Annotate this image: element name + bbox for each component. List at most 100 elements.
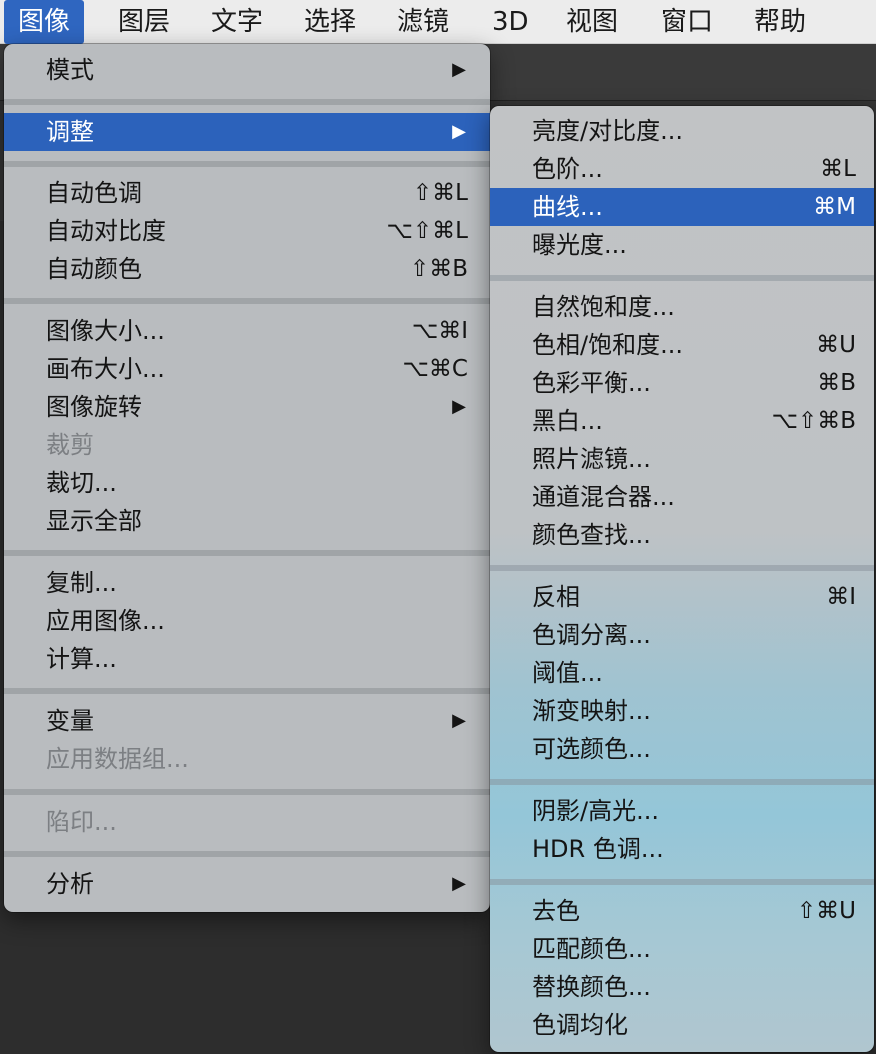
menubar-window[interactable]: 窗口 xyxy=(647,0,727,44)
menu-item-label: 色调分离... xyxy=(532,621,651,649)
menu-item-label: 阈值... xyxy=(532,659,603,687)
submenu-item-match-color[interactable]: 匹配颜色... xyxy=(490,930,874,968)
submenu-item-black-white[interactable]: 黑白... ⌥⇧⌘B xyxy=(490,402,874,440)
menu-item-label: 自然饱和度... xyxy=(532,293,675,321)
menu-item-label: 计算... xyxy=(46,645,117,673)
submenu-item-replace-color[interactable]: 替换颜色... xyxy=(490,968,874,1006)
menu-item-adjust[interactable]: 调整 ▶ xyxy=(4,113,490,151)
menu-item-shortcut: ⌥⇧⌘L xyxy=(386,218,468,244)
menu-item-label: 变量 xyxy=(46,707,94,735)
menu-item-label: 裁切... xyxy=(46,469,117,497)
menu-item-label: 显示全部 xyxy=(46,507,142,535)
menu-separator xyxy=(4,161,490,167)
menubar-3d[interactable]: 3D xyxy=(478,0,543,44)
submenu-item-hdr-toning[interactable]: HDR 色调... xyxy=(490,830,874,868)
submenu-item-gradient-map[interactable]: 渐变映射... xyxy=(490,692,874,730)
submenu-arrow-icon: ▶ xyxy=(452,710,466,731)
menu-item-label: HDR 色调... xyxy=(532,835,664,863)
menu-item-label: 陷印... xyxy=(46,808,117,836)
menu-item-auto-color[interactable]: 自动颜色 ⇧⌘B xyxy=(4,250,490,288)
menu-item-auto-tone[interactable]: 自动色调 ⇧⌘L xyxy=(4,174,490,212)
submenu-item-equalize[interactable]: 色调均化 xyxy=(490,1006,874,1044)
submenu-item-invert[interactable]: 反相 ⌘I xyxy=(490,578,874,616)
menu-item-shortcut: ⌥⇧⌘B xyxy=(771,408,856,434)
submenu-item-channel-mixer[interactable]: 通道混合器... xyxy=(490,478,874,516)
menu-item-shortcut: ⌘M xyxy=(813,194,856,220)
menu-item-analysis[interactable]: 分析 ▶ xyxy=(4,865,490,903)
menu-item-label: 色彩平衡... xyxy=(532,369,651,397)
menubar-select[interactable]: 选择 xyxy=(290,0,370,44)
menu-item-trap: 陷印... xyxy=(4,803,490,841)
submenu-item-brightness-contrast[interactable]: 亮度/对比度... xyxy=(490,112,874,150)
menubar-type[interactable]: 文字 xyxy=(197,0,277,44)
menu-item-mode[interactable]: 模式 ▶ xyxy=(4,51,490,89)
submenu-item-photo-filter[interactable]: 照片滤镜... xyxy=(490,440,874,478)
menu-item-reveal-all[interactable]: 显示全部 xyxy=(4,502,490,540)
menu-item-label: 自动对比度 xyxy=(46,217,166,245)
menu-item-label: 照片滤镜... xyxy=(532,445,651,473)
menubar-filter[interactable]: 滤镜 xyxy=(383,0,463,44)
submenu-item-vibrance[interactable]: 自然饱和度... xyxy=(490,288,874,326)
menu-separator xyxy=(4,550,490,556)
menu-item-auto-contrast[interactable]: 自动对比度 ⌥⇧⌘L xyxy=(4,212,490,250)
menu-item-label: 应用数据组... xyxy=(46,745,189,773)
menu-item-label: 图像旋转 xyxy=(46,393,142,421)
menu-bar: 图像 图层 文字 选择 滤镜 3D 视图 窗口 帮助 xyxy=(0,0,876,44)
menu-separator xyxy=(4,298,490,304)
submenu-item-shadows-highlights[interactable]: 阴影/高光... xyxy=(490,792,874,830)
submenu-arrow-icon: ▶ xyxy=(452,873,466,894)
menu-item-shortcut: ⇧⌘L xyxy=(412,180,468,206)
submenu-item-selective-color[interactable]: 可选颜色... xyxy=(490,730,874,768)
menu-item-apply-data-set: 应用数据组... xyxy=(4,740,490,778)
submenu-item-levels[interactable]: 色阶... ⌘L xyxy=(490,150,874,188)
menu-item-trim[interactable]: 裁切... xyxy=(4,464,490,502)
submenu-item-exposure[interactable]: 曝光度... xyxy=(490,226,874,264)
submenu-item-color-balance[interactable]: 色彩平衡... ⌘B xyxy=(490,364,874,402)
menu-separator xyxy=(4,99,490,105)
menu-item-image-rotation[interactable]: 图像旋转 ▶ xyxy=(4,388,490,426)
menu-item-label: 曝光度... xyxy=(532,231,627,259)
menu-item-shortcut: ⇧⌘U xyxy=(796,898,856,924)
menubar-image[interactable]: 图像 xyxy=(4,0,85,44)
submenu-item-posterize[interactable]: 色调分离... xyxy=(490,616,874,654)
menu-item-label: 色调均化 xyxy=(532,1011,628,1039)
image-menu: 模式 ▶ 调整 ▶ 自动色调 ⇧⌘L 自动对比度 ⌥⇧⌘L 自动颜色 ⇧⌘B 图… xyxy=(4,44,490,912)
menu-item-shortcut: ⌥⌘I xyxy=(411,318,468,344)
menu-separator xyxy=(490,779,874,785)
menu-separator xyxy=(4,851,490,857)
menu-item-label: 渐变映射... xyxy=(532,697,651,725)
adjustments-submenu: 亮度/对比度... 色阶... ⌘L 曲线... ⌘M 曝光度... 自然饱和度… xyxy=(490,106,874,1052)
menubar-view[interactable]: 视图 xyxy=(552,0,632,44)
menu-item-label: 反相 xyxy=(532,583,580,611)
menubar-help[interactable]: 帮助 xyxy=(740,0,820,44)
menu-item-label: 模式 xyxy=(46,56,94,84)
menu-item-duplicate[interactable]: 复制... xyxy=(4,564,490,602)
menu-item-canvas-size[interactable]: 画布大小... ⌥⌘C xyxy=(4,350,490,388)
menu-item-shortcut: ⌘U xyxy=(816,332,856,358)
submenu-item-color-lookup[interactable]: 颜色查找... xyxy=(490,516,874,554)
menu-item-apply-image[interactable]: 应用图像... xyxy=(4,602,490,640)
menu-item-variables[interactable]: 变量 ▶ xyxy=(4,702,490,740)
menu-separator xyxy=(4,688,490,694)
menu-item-label: 匹配颜色... xyxy=(532,935,651,963)
submenu-item-curves[interactable]: 曲线... ⌘M xyxy=(490,188,874,226)
menu-item-calculations[interactable]: 计算... xyxy=(4,640,490,678)
submenu-arrow-icon: ▶ xyxy=(452,121,466,142)
submenu-item-desaturate[interactable]: 去色 ⇧⌘U xyxy=(490,892,874,930)
menu-item-label: 分析 xyxy=(46,870,94,898)
menu-item-label: 色阶... xyxy=(532,155,603,183)
menu-item-label: 通道混合器... xyxy=(532,483,675,511)
menu-item-label: 可选颜色... xyxy=(532,735,651,763)
menu-item-label: 图像大小... xyxy=(46,317,165,345)
submenu-item-threshold[interactable]: 阈值... xyxy=(490,654,874,692)
submenu-item-hue-saturation[interactable]: 色相/饱和度... ⌘U xyxy=(490,326,874,364)
menu-item-label: 曲线... xyxy=(532,193,603,221)
menu-item-image-size[interactable]: 图像大小... ⌥⌘I xyxy=(4,312,490,350)
menu-item-label: 阴影/高光... xyxy=(532,797,659,825)
menu-item-crop: 裁剪 xyxy=(4,426,490,464)
submenu-arrow-icon: ▶ xyxy=(452,396,466,417)
submenu-arrow-icon: ▶ xyxy=(452,59,466,80)
menu-item-label: 替换颜色... xyxy=(532,973,651,1001)
menu-separator xyxy=(490,565,874,571)
menubar-layer[interactable]: 图层 xyxy=(104,0,184,44)
